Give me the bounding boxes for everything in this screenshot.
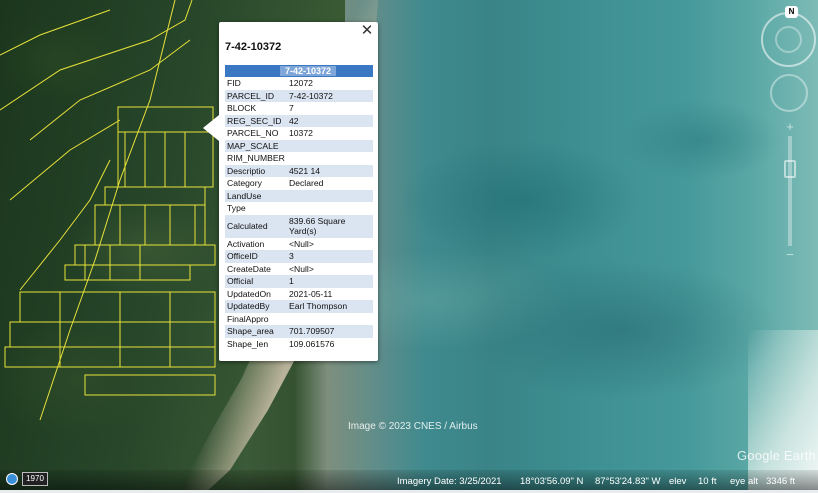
attribute-row: Shape_area 701.709507 — [225, 325, 373, 338]
attribute-value: 1 — [287, 275, 373, 288]
parcel-info-popup: 7-42-10372 ✕ 7-42-10372 FID 12072 PARCEL_I… — [203, 22, 378, 361]
attribute-table-header: 7-42-10372 — [225, 65, 373, 77]
north-button[interactable]: N — [785, 6, 798, 18]
attribute-key: Calculated — [225, 214, 287, 238]
zoom-out-button[interactable]: − — [783, 248, 797, 262]
attribute-row: BLOCK 7 — [225, 102, 373, 115]
attribute-row: PARCEL_NO 10372 — [225, 127, 373, 140]
attribute-row: Descriptio 4521 14 — [225, 164, 373, 177]
attribute-value: Declared — [289, 178, 324, 189]
attribute-value: <Null> — [289, 238, 314, 249]
attribute-key: MAP_SCALE — [225, 139, 287, 152]
attribute-rows: FID 12072 PARCEL_ID 7-42-10372 BLOCK 7 REG_SEC… — [225, 77, 373, 350]
attribute-key: Shape_area — [225, 325, 287, 338]
elevation-value: 10 ft — [698, 476, 717, 487]
historical-year-label[interactable]: 1970 — [22, 472, 48, 486]
attribute-key: FinalAppro — [227, 313, 269, 324]
attribute-row: FinalAppro — [225, 313, 373, 326]
attribute-key: OfficeID — [225, 250, 287, 263]
attribute-key: UpdatedBy — [225, 300, 287, 313]
close-icon[interactable]: ✕ — [359, 23, 375, 39]
attribute-key: Category — [227, 178, 262, 189]
look-around-icon[interactable] — [770, 74, 808, 112]
attribute-value: 109.061576 — [289, 338, 335, 349]
attribute-row: UpdatedOn 2021-05-11 — [225, 288, 373, 301]
attribute-key: UpdatedOn — [227, 288, 271, 299]
attribute-value: 2021-05-11 — [289, 288, 333, 299]
attribute-key: Official — [225, 275, 287, 288]
attribute-value — [287, 189, 373, 202]
attribute-value: 42 — [287, 114, 373, 127]
attribute-key: Type — [227, 203, 246, 214]
attribute-key: FID — [227, 78, 241, 89]
attribute-row: FID 12072 — [225, 77, 373, 90]
attribute-value: 701.709507 — [287, 325, 373, 338]
attribute-row: Category Declared — [225, 177, 373, 190]
attribute-row: RIM_NUMBER — [225, 152, 373, 165]
eye-altitude-value: 3346 ft — [766, 476, 796, 487]
imagery-date: Imagery Date: 3/25/2021 — [397, 476, 502, 487]
attribute-key: CreateDate — [227, 263, 271, 274]
attribute-row: OfficeID 3 — [225, 250, 373, 263]
attribute-row: PARCEL_ID 7-42-10372 — [225, 89, 373, 102]
attribute-value — [287, 313, 373, 326]
elevation-label: elev — [669, 476, 687, 487]
zoom-track[interactable] — [788, 136, 792, 246]
attribute-value — [287, 152, 373, 165]
imagery-credit: Image © 2023 CNES / Airbus — [348, 421, 478, 432]
attribute-row: Shape_len 109.061576 — [225, 338, 373, 351]
attribute-row: MAP_SCALE — [225, 139, 373, 152]
attribute-row: Type — [225, 202, 373, 215]
attribute-value: 12072 — [289, 78, 313, 89]
historical-imagery-icon[interactable] — [6, 473, 18, 485]
attribute-table-header-label: 7-42-10372 — [279, 66, 337, 76]
attribute-value — [287, 139, 373, 152]
attribute-key: BLOCK — [227, 103, 257, 114]
attribute-value: 7-42-10372 — [287, 89, 373, 102]
latitude-readout: 18°03'56.09" N — [520, 476, 584, 487]
attribute-value: 4521 14 — [287, 164, 373, 177]
attribute-key: REG_SEC_ID — [225, 114, 287, 127]
google-earth-logo: Google Earth — [736, 448, 816, 463]
attribute-row: UpdatedBy Earl Thompson — [225, 300, 373, 313]
attribute-row: REG_SEC_ID 42 — [225, 114, 373, 127]
attribute-key: RIM_NUMBER — [227, 153, 285, 164]
attribute-row: Official 1 — [225, 275, 373, 288]
attribute-value: 3 — [287, 250, 373, 263]
parcel-lines — [0, 0, 216, 421]
attribute-table: 7-42-10372 FID 12072 PARCEL_ID 7-42-10372 BL… — [225, 65, 373, 350]
compass-center[interactable] — [775, 26, 802, 53]
zoom-slider[interactable]: + − — [783, 120, 797, 262]
attribute-value: <Null> — [289, 263, 314, 274]
attribute-value: 839.66 Square Yard(s) — [287, 214, 373, 238]
attribute-value: Earl Thompson — [287, 300, 373, 313]
attribute-value — [287, 202, 373, 215]
popup-title: 7-42-10372 — [225, 41, 282, 53]
compass-ring-icon[interactable] — [761, 12, 816, 67]
attribute-key: LandUse — [225, 189, 287, 202]
parcel-overlay — [0, 0, 216, 421]
eye-altitude-label: eye alt — [730, 476, 758, 487]
attribute-key: PARCEL_NO — [227, 128, 279, 139]
attribute-key: Activation — [227, 238, 265, 249]
attribute-key: Shape_len — [227, 338, 269, 349]
satellite-map[interactable] — [0, 0, 818, 493]
longitude-readout: 87°53'24.83" W — [595, 476, 661, 487]
zoom-thumb[interactable] — [784, 160, 796, 178]
popup-pointer — [203, 115, 219, 141]
attribute-row: LandUse — [225, 189, 373, 202]
attribute-row: CreateDate <Null> — [225, 263, 373, 276]
attribute-key: PARCEL_ID — [225, 89, 287, 102]
attribute-value: 7 — [289, 103, 294, 114]
zoom-in-button[interactable]: + — [783, 120, 797, 134]
attribute-row: Activation <Null> — [225, 238, 373, 251]
attribute-key: Descriptio — [225, 164, 287, 177]
attribute-value: 10372 — [289, 128, 313, 139]
attribute-row: Calculated 839.66 Square Yard(s) — [225, 214, 373, 238]
